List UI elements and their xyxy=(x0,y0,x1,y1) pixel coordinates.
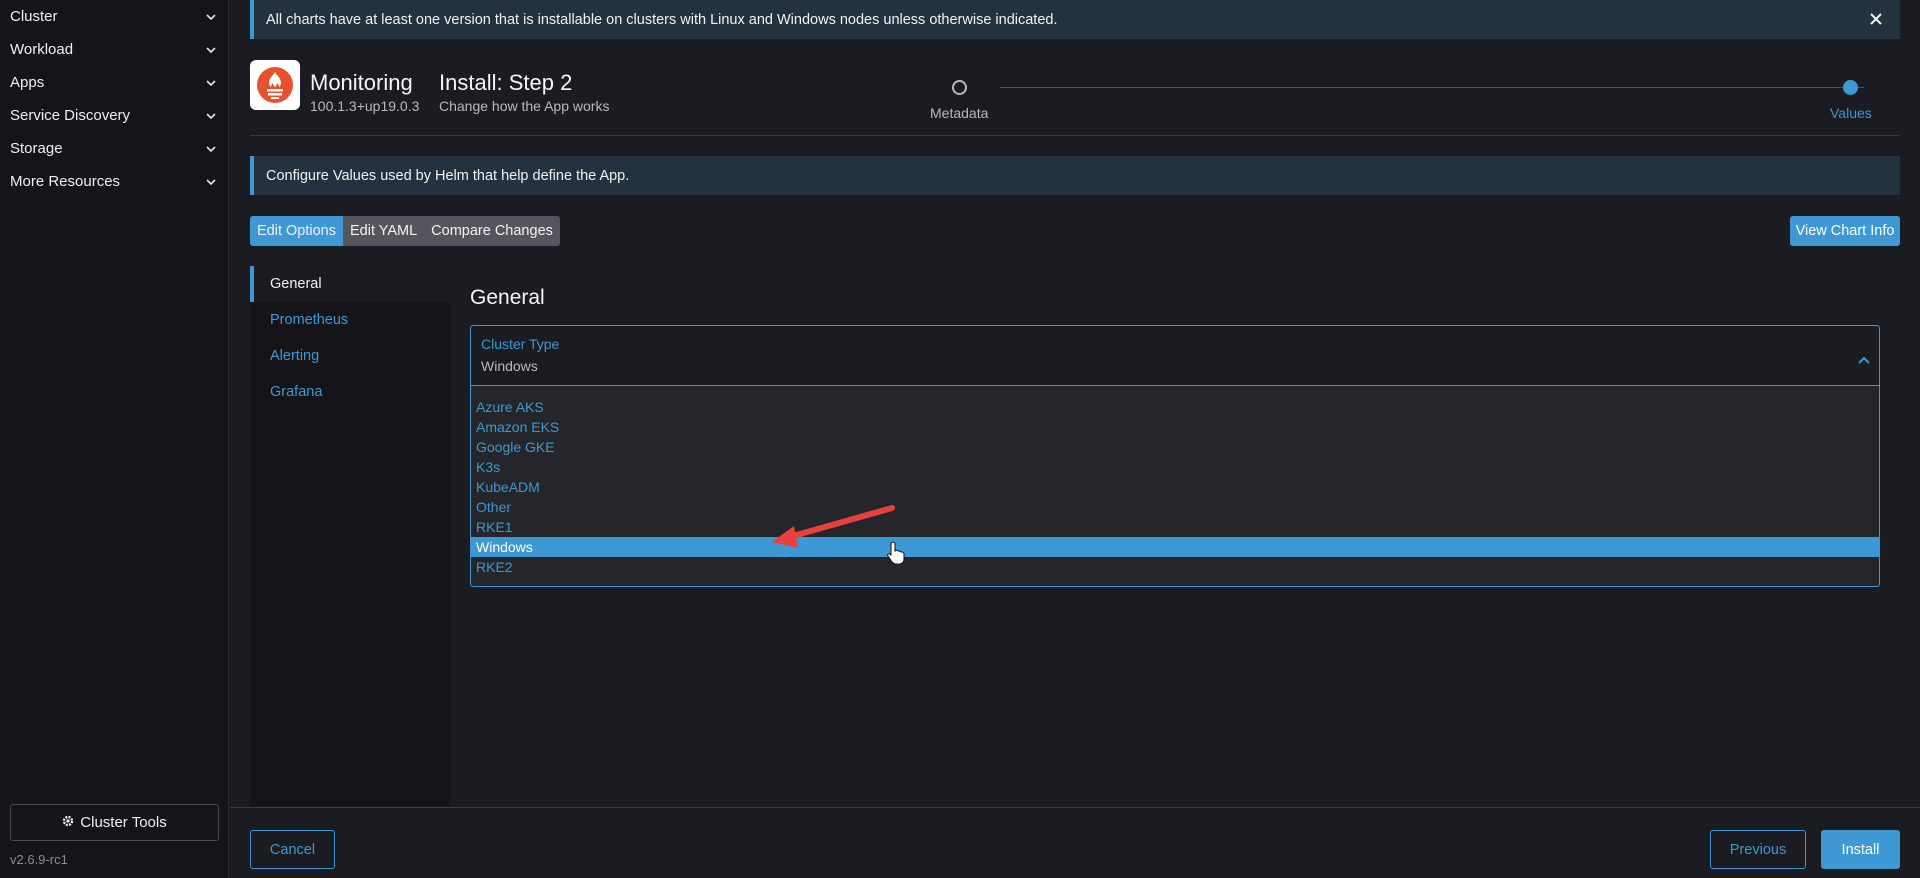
edit-options-button[interactable]: Edit Options xyxy=(250,216,343,246)
values-tabs: General Prometheus Alerting Grafana xyxy=(250,266,450,806)
info-banner: All charts have at least one version tha… xyxy=(250,0,1900,39)
monitoring-logo-icon xyxy=(250,60,300,110)
section-title: General xyxy=(470,286,545,309)
app-name: Monitoring xyxy=(310,70,413,95)
sidebar-item-more-resources[interactable]: More Resources xyxy=(0,165,228,198)
cancel-button[interactable]: Cancel xyxy=(250,830,335,869)
edit-mode-toggle: Edit Options Edit YAML Compare Changes xyxy=(250,216,560,246)
gear-icon xyxy=(62,814,74,831)
sidebar-item-storage[interactable]: Storage xyxy=(0,132,228,165)
tab-general[interactable]: General xyxy=(250,266,450,302)
option-amazon-eks[interactable]: Amazon EKS xyxy=(471,417,1879,437)
main-content: All charts have at least one version tha… xyxy=(230,0,1920,878)
step-label-metadata[interactable]: Metadata xyxy=(930,105,988,121)
chevron-down-icon xyxy=(204,109,218,123)
sidebar-item-workload[interactable]: Workload xyxy=(0,33,228,66)
step-dot-values[interactable] xyxy=(1843,80,1858,95)
step-title: Install: Step 2 xyxy=(439,70,573,95)
option-google-gke[interactable]: Google GKE xyxy=(471,437,1879,457)
install-button[interactable]: Install xyxy=(1821,830,1900,869)
step-subtitle: Change how the App works xyxy=(439,98,610,114)
sidebar-item-label: Cluster xyxy=(10,8,58,25)
sidebar-item-label: Workload xyxy=(10,41,74,58)
chevron-down-icon xyxy=(204,76,218,90)
chevron-down-icon xyxy=(204,142,218,156)
sidebar-item-label: Service Discovery xyxy=(10,107,131,124)
helm-info-bar: Configure Values used by Helm that help … xyxy=(250,156,1900,195)
previous-button[interactable]: Previous xyxy=(1710,830,1806,869)
install-header: Monitoring 100.1.3+up19.0.3 Install: Ste… xyxy=(250,60,1900,136)
option-k3s[interactable]: K3s xyxy=(471,457,1879,477)
tab-grafana[interactable]: Grafana xyxy=(250,374,450,410)
cluster-type-label: Cluster Type xyxy=(481,336,560,352)
sidebar-item-apps[interactable]: Apps xyxy=(0,66,228,99)
version-label: v2.6.9-rc1 xyxy=(10,852,68,867)
view-chart-info-button[interactable]: View Chart Info xyxy=(1790,216,1900,246)
hand-cursor-icon xyxy=(887,541,905,564)
cluster-type-select[interactable]: Cluster Type Windows xyxy=(470,325,1880,386)
info-text: Configure Values used by Helm that help … xyxy=(266,167,630,184)
tab-alerting[interactable]: Alerting xyxy=(250,338,450,374)
sidebar-item-label: Storage xyxy=(10,140,63,157)
cluster-type-value: Windows xyxy=(481,358,538,374)
banner-text: All charts have at least one version tha… xyxy=(266,11,1058,28)
chevron-down-icon xyxy=(204,175,218,189)
option-windows[interactable]: Windows xyxy=(471,537,1879,557)
chevron-up-icon xyxy=(1857,352,1871,364)
option-azure-aks[interactable]: Azure AKS xyxy=(471,397,1879,417)
app-version: 100.1.3+up19.0.3 xyxy=(310,98,420,114)
option-kubeadm[interactable]: KubeADM xyxy=(471,477,1879,497)
cluster-tools-label: Cluster Tools xyxy=(80,814,167,831)
step-label-values[interactable]: Values xyxy=(1830,105,1872,121)
sidebar-item-label: Apps xyxy=(10,74,45,91)
sidebar-item-service-discovery[interactable]: Service Discovery xyxy=(0,99,228,132)
step-progress-line xyxy=(1000,87,1864,88)
cluster-tools-button[interactable]: Cluster Tools xyxy=(10,804,219,841)
option-other[interactable]: Other xyxy=(471,497,1879,517)
tab-prometheus[interactable]: Prometheus xyxy=(250,302,450,338)
chevron-down-icon xyxy=(204,43,218,57)
option-rke2[interactable]: RKE2 xyxy=(471,557,1879,577)
option-rke1[interactable]: RKE1 xyxy=(471,517,1879,537)
chevron-down-icon xyxy=(204,10,218,24)
wizard-footer: Cancel Previous Install xyxy=(230,807,1920,878)
sidebar-item-cluster[interactable]: Cluster xyxy=(0,0,228,33)
sidebar: Cluster Workload Apps Service Discovery … xyxy=(0,0,229,878)
edit-yaml-button[interactable]: Edit YAML xyxy=(343,216,425,246)
sidebar-item-label: More Resources xyxy=(10,173,121,190)
step-dot-metadata[interactable] xyxy=(952,80,967,95)
compare-changes-button[interactable]: Compare Changes xyxy=(424,216,560,246)
close-icon[interactable] xyxy=(1868,11,1884,27)
cluster-type-dropdown: Azure AKS Amazon EKS Google GKE K3s Kube… xyxy=(470,386,1880,587)
